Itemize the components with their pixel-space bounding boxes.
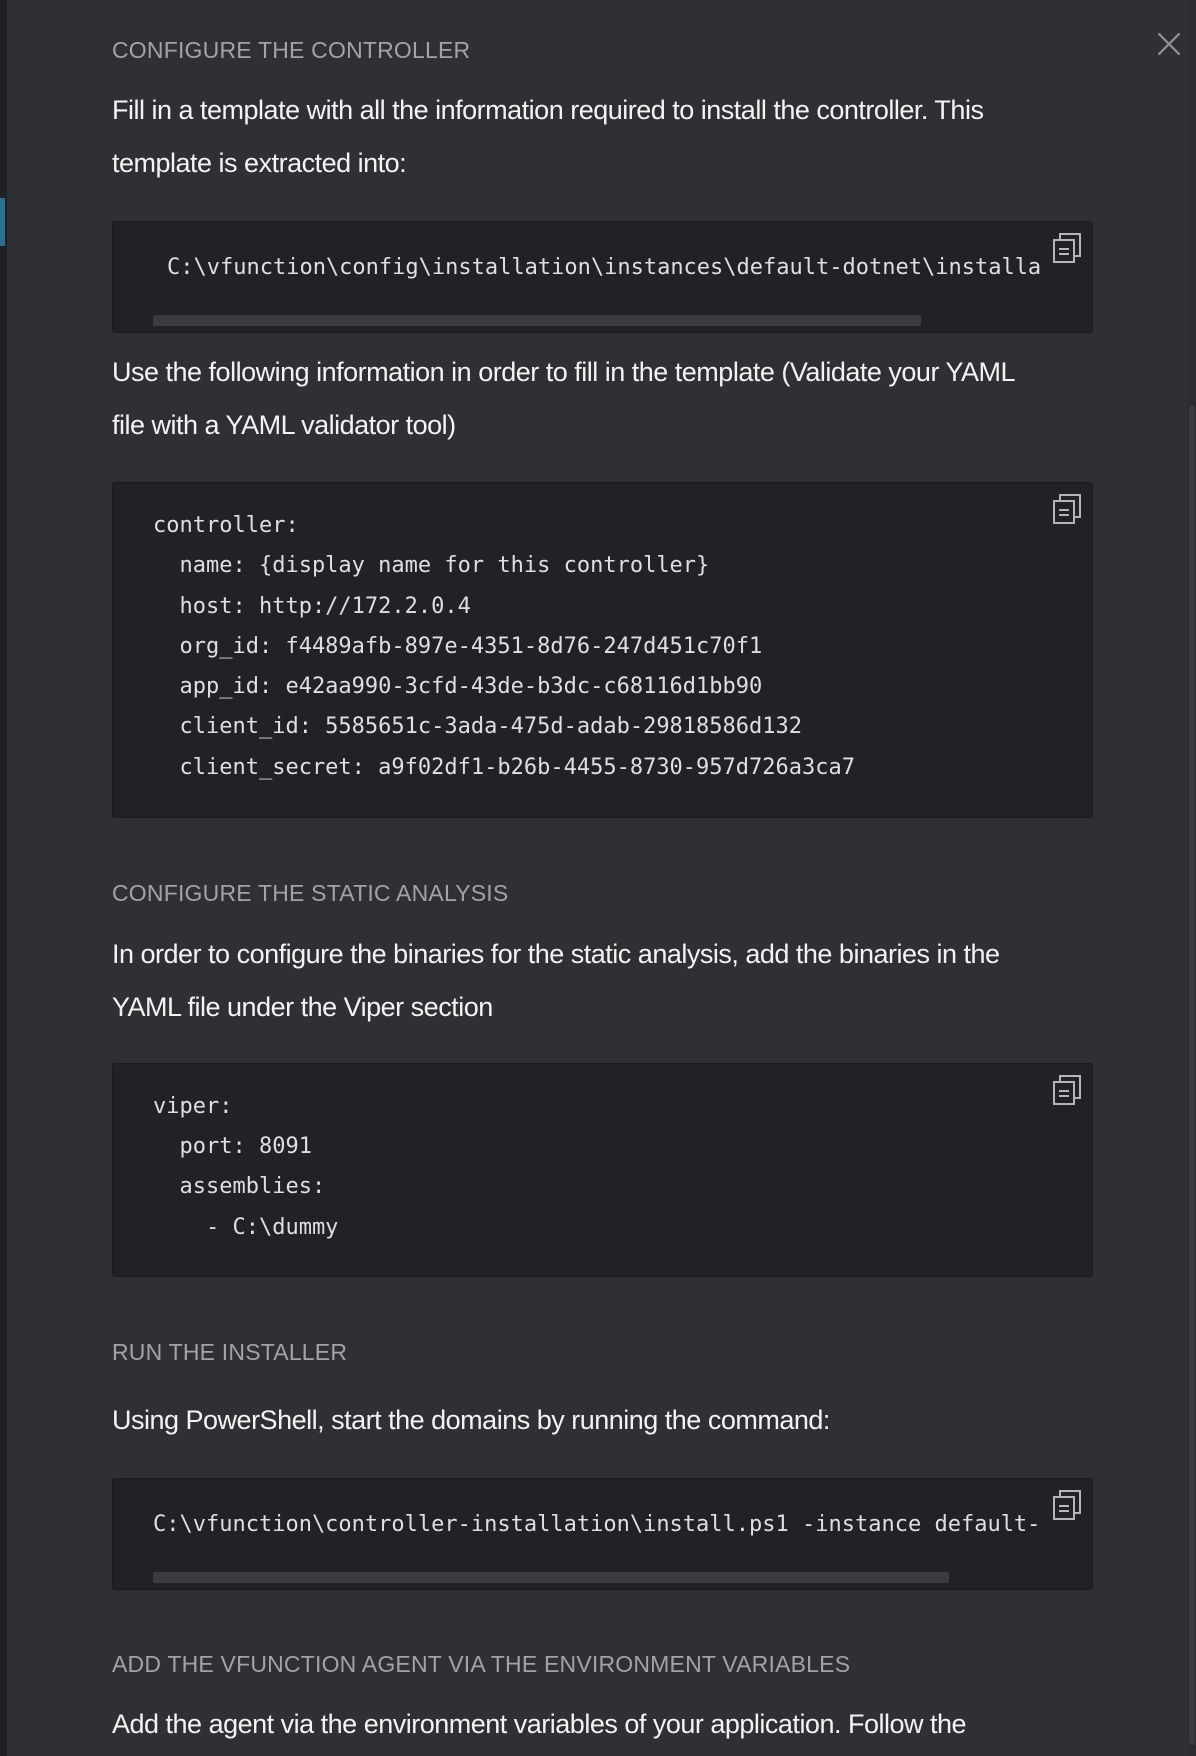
section-title-run-installer: RUN THE INSTALLER xyxy=(112,1339,348,1365)
yaml-line: assemblies: xyxy=(153,1174,326,1199)
horizontal-scrollbar[interactable] xyxy=(153,1572,949,1583)
copy-path-button[interactable] xyxy=(1050,231,1084,265)
page: CONFIGURE THE CONTROLLER Fill in a templ… xyxy=(0,0,1196,1756)
agent-text: Add the agent via the environment variab… xyxy=(112,1709,967,1739)
controller-intro-line-2: template is extracted into: xyxy=(112,148,407,178)
yaml-line: client_id: 5585651c-3ada-475d-adab-29818… xyxy=(153,714,803,739)
yaml-line: viper: xyxy=(153,1094,233,1119)
instructions-panel: CONFIGURE THE CONTROLLER Fill in a templ… xyxy=(7,0,1188,1756)
copy-icon xyxy=(1053,494,1081,524)
install-command-code: C:\vfunction\controller-installation\ins… xyxy=(153,1512,1041,1537)
controller-yaml-code-block[interactable]: controller: name: {display name for this… xyxy=(112,482,1093,818)
static-analysis-line-1: In order to configure the binaries for t… xyxy=(112,939,1000,969)
copy-controller-yaml-button[interactable] xyxy=(1050,492,1084,526)
yaml-line: client_secret: a9f02df1-b26b-4455-8730-9… xyxy=(153,755,855,780)
horizontal-scrollbar[interactable] xyxy=(153,315,921,326)
section-title-static-analysis: CONFIGURE THE STATIC ANALYSIS xyxy=(112,880,509,906)
yaml-line: org_id: f4489afb-897e-4351-8d76-247d451c… xyxy=(153,634,763,659)
yaml-line: name: {display name for this controller} xyxy=(153,553,710,578)
page-scrollbar[interactable] xyxy=(1188,0,1196,1756)
yaml-line: host: http://172.2.0.4 xyxy=(153,594,471,619)
static-analysis-text: In order to configure the binaries for t… xyxy=(112,928,1093,1034)
yaml-line: controller: xyxy=(153,513,299,538)
section-title-configure-controller: CONFIGURE THE CONTROLLER xyxy=(112,37,471,63)
yaml-line: port: 8091 xyxy=(153,1134,312,1159)
copy-icon xyxy=(1053,1490,1081,1520)
install-command-code-block[interactable]: C:\vfunction\controller-installation\ins… xyxy=(112,1478,1093,1590)
static-analysis-line-2: YAML file under the Viper section xyxy=(112,992,493,1022)
yaml-line: app_id: e42aa990-3cfd-43de-b3dc-c68116d1… xyxy=(153,674,763,699)
copy-command-button[interactable] xyxy=(1050,1488,1084,1522)
installer-text: Using PowerShell, start the domains by r… xyxy=(112,1405,830,1435)
template-info-line-1: Use the following information in order t… xyxy=(112,357,1015,387)
close-button[interactable] xyxy=(1155,30,1183,58)
copy-icon xyxy=(1053,233,1081,263)
controller-intro-line-1: Fill in a template with all the informat… xyxy=(112,95,984,125)
yaml-line: - C:\dummy xyxy=(153,1215,339,1240)
template-info-line-2: file with a YAML validator tool) xyxy=(112,410,456,440)
template-info-text: Use the following information in order t… xyxy=(112,346,1093,452)
template-path-code-block[interactable]: C:\vfunction\config\installation\instanc… xyxy=(112,221,1093,333)
viper-yaml-code-block[interactable]: viper: port: 8091 assemblies: - C:\dummy xyxy=(112,1063,1093,1277)
background-tab-indicator xyxy=(0,198,5,246)
copy-icon xyxy=(1053,1075,1081,1105)
section-title-add-agent: ADD THE VFUNCTION AGENT VIA THE ENVIRONM… xyxy=(112,1651,851,1677)
controller-intro-text: Fill in a template with all the informat… xyxy=(112,84,1093,190)
background-window-edge xyxy=(0,0,7,1756)
template-path-code: C:\vfunction\config\installation\instanc… xyxy=(167,255,1042,280)
close-icon xyxy=(1157,32,1181,56)
page-scrollbar-thumb[interactable] xyxy=(1189,405,1195,1745)
copy-viper-yaml-button[interactable] xyxy=(1050,1073,1084,1107)
